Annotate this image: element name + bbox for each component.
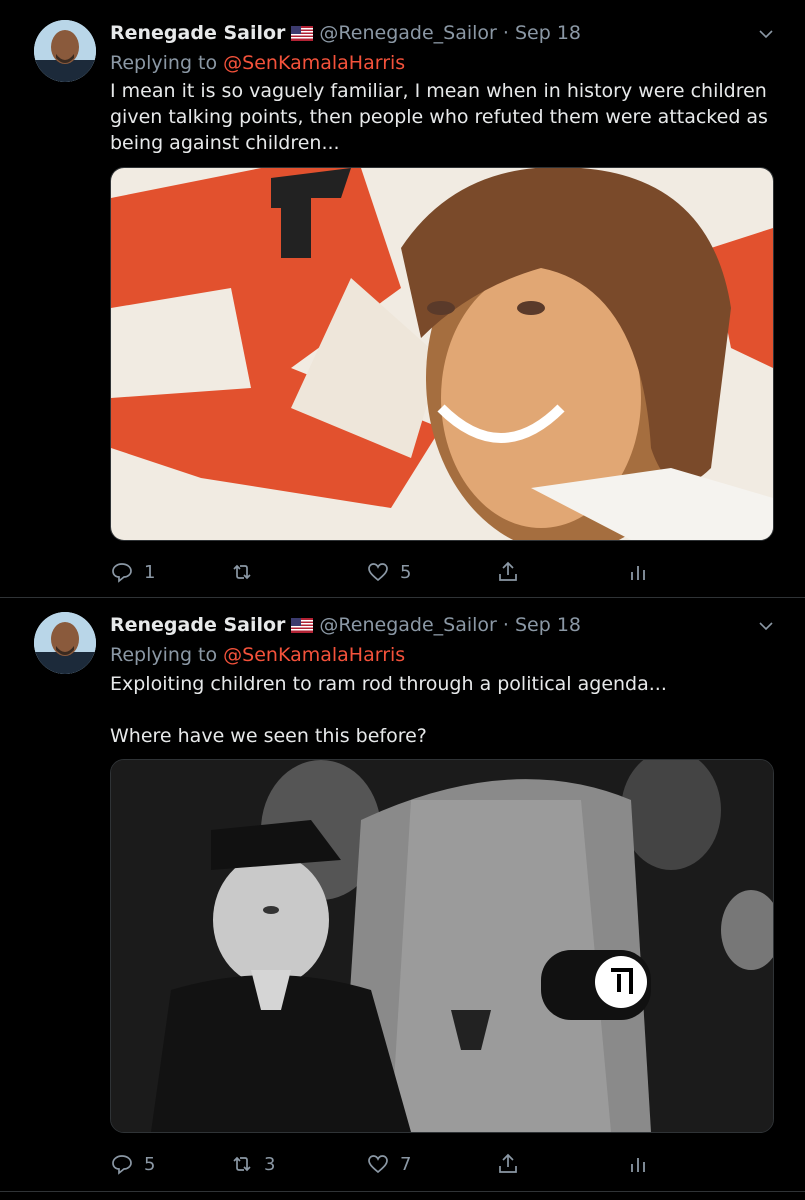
tweet-text-line: Exploiting children to ram rod through a… bbox=[110, 673, 667, 695]
tweet-actions: 5 3 7 bbox=[110, 1152, 670, 1180]
retweet-button[interactable]: 3 bbox=[230, 1152, 275, 1176]
us-flag-icon bbox=[291, 616, 314, 638]
reply-icon bbox=[112, 1155, 132, 1175]
author-handle[interactable]: @Renegade_Sailor bbox=[319, 614, 496, 636]
analytics-button[interactable] bbox=[626, 1152, 660, 1176]
reply-button[interactable]: 5 bbox=[110, 1152, 155, 1176]
analytics-icon bbox=[631, 1158, 645, 1172]
reply-count: 5 bbox=[144, 1153, 156, 1175]
timeline: Renegade Sailor @Renegade_Sailor · Sep 18… bbox=[0, 0, 805, 1200]
replying-to-label: Replying to bbox=[110, 644, 218, 666]
retweet-count: 3 bbox=[264, 1153, 276, 1175]
like-count: 7 bbox=[400, 1153, 412, 1175]
chevron-down-icon[interactable] bbox=[759, 618, 773, 632]
tweet-text-line: Where have we seen this before? bbox=[110, 725, 427, 747]
share-button[interactable] bbox=[496, 1152, 530, 1176]
share-icon bbox=[499, 1153, 517, 1173]
replying-to: Replying to @SenKamalaHarris bbox=[110, 644, 405, 666]
tweet-date[interactable]: Sep 18 bbox=[515, 614, 581, 636]
separator-dot: · bbox=[496, 614, 515, 636]
tweet-image[interactable] bbox=[110, 759, 774, 1133]
tweet-text: Exploiting children to ram rod through a… bbox=[110, 671, 780, 749]
mention-link[interactable]: @SenKamalaHarris bbox=[223, 644, 405, 666]
author-name[interactable]: Renegade Sailor bbox=[110, 614, 285, 636]
tweet-header: Renegade Sailor @Renegade_Sailor · Sep 18 bbox=[110, 614, 581, 638]
retweet-icon bbox=[233, 1156, 251, 1172]
like-button[interactable]: 7 bbox=[366, 1152, 411, 1176]
avatar[interactable] bbox=[34, 612, 96, 674]
heart-icon bbox=[368, 1155, 388, 1174]
